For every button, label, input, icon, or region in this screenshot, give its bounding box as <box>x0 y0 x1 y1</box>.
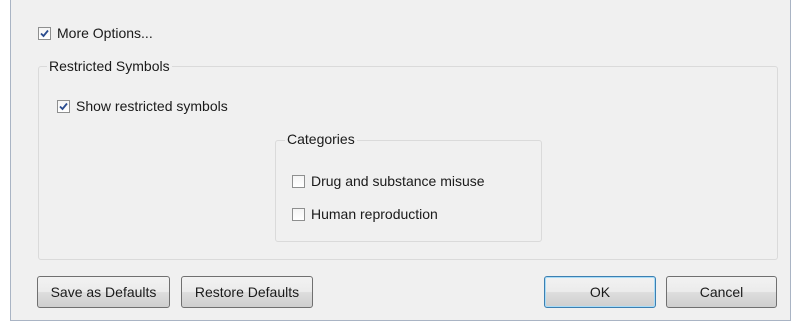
ok-button[interactable]: OK <box>544 276 656 308</box>
checkbox-checked-icon <box>38 26 51 40</box>
drug-misuse-checkbox[interactable]: Drug and substance misuse <box>292 173 485 189</box>
dialog-panel: More Options... Restricted Symbols Show … <box>10 0 791 321</box>
checkbox-unchecked-icon <box>292 207 305 221</box>
categories-title: Categories <box>285 131 357 147</box>
drug-misuse-label: Drug and substance misuse <box>311 173 485 189</box>
save-as-defaults-button[interactable]: Save as Defaults <box>37 276 170 308</box>
checkbox-checked-icon <box>57 99 70 113</box>
show-restricted-checkbox[interactable]: Show restricted symbols <box>57 98 228 114</box>
more-options-label: More Options... <box>57 25 153 41</box>
show-restricted-label: Show restricted symbols <box>76 98 228 114</box>
restricted-symbols-title: Restricted Symbols <box>47 58 172 74</box>
more-options-checkbox[interactable]: More Options... <box>38 25 153 41</box>
restore-defaults-button[interactable]: Restore Defaults <box>181 276 313 308</box>
human-reproduction-checkbox[interactable]: Human reproduction <box>292 206 438 222</box>
cancel-button[interactable]: Cancel <box>666 276 777 308</box>
human-reproduction-label: Human reproduction <box>311 206 438 222</box>
categories-group <box>275 140 542 242</box>
checkbox-unchecked-icon <box>292 174 305 188</box>
